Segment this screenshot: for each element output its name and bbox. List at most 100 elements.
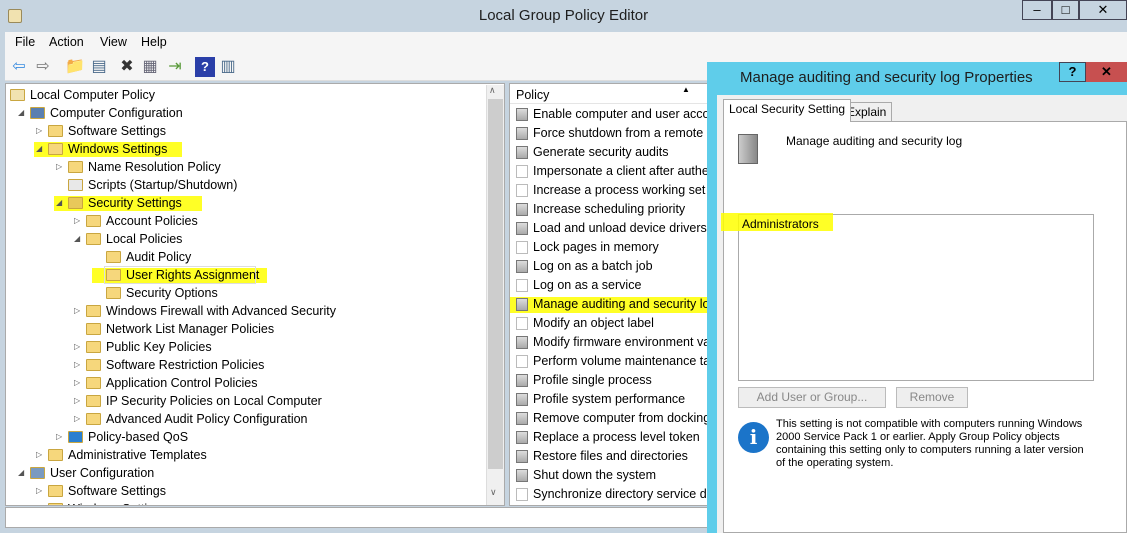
expand-arrow-icon[interactable]: ▷ [36, 122, 42, 140]
expand-arrow-icon[interactable]: ▷ [74, 410, 80, 428]
up-folder-icon[interactable]: 📁 [65, 57, 85, 77]
policy-row[interactable]: Enable computer and user accounts to be … [510, 105, 708, 123]
policy-row[interactable]: Perform volume maintenance tasks [510, 352, 708, 370]
tree-item[interactable]: ▷ Administrative Templates [6, 446, 486, 464]
policy-row[interactable]: Shut down the system [510, 466, 708, 484]
expand-arrow-icon[interactable]: ▷ [74, 374, 80, 392]
tree-item[interactable]: Audit Policy [6, 248, 486, 266]
tree-item[interactable]: ▷ Software Settings [6, 482, 486, 500]
tree-item[interactable]: ◢ Local Policies [6, 230, 486, 248]
policy-column-header[interactable]: Policy ▲ [510, 84, 708, 104]
add-user-or-group-button[interactable]: Add User or Group... [738, 387, 886, 408]
policy-row[interactable]: Log on as a batch job [510, 257, 708, 275]
expand-arrow-icon[interactable]: ◢ [56, 194, 62, 212]
tree-item[interactable]: ▷ Name Resolution Policy [6, 158, 486, 176]
menu-file[interactable]: File [15, 35, 35, 49]
policy-row[interactable]: Profile single process [510, 371, 708, 389]
policy-row[interactable]: Increase scheduling priority [510, 200, 708, 218]
show-hide-tree-icon[interactable]: ▤ [89, 57, 109, 77]
tree-item[interactable]: ▷ Public Key Policies [6, 338, 486, 356]
scroll-thumb[interactable] [488, 99, 503, 469]
policy-row[interactable]: Restore files and directories [510, 447, 708, 465]
tree-item[interactable]: ▷ IP Security Policies on Local Computer [6, 392, 486, 410]
remove-button[interactable]: Remove [896, 387, 968, 408]
help-icon[interactable]: ? [195, 57, 215, 77]
tree-item[interactable]: ◢ Security Settings [6, 194, 486, 212]
help-button[interactable]: ? [1059, 62, 1086, 82]
policy-row[interactable]: Modify firmware environment values [510, 333, 708, 351]
binary-policy-icon [516, 488, 528, 501]
tree-item[interactable]: ◢ User Configuration [6, 464, 486, 482]
scroll-up-icon[interactable]: ∧ [489, 85, 496, 96]
expand-arrow-icon[interactable]: ▷ [74, 356, 80, 374]
expand-arrow-icon[interactable]: ▷ [74, 338, 80, 356]
back-arrow-icon[interactable]: ⇦ [9, 57, 29, 77]
members-list[interactable]: Administrators [721, 213, 1094, 381]
menu-help[interactable]: Help [141, 35, 167, 49]
expand-arrow-icon[interactable]: ▷ [56, 158, 62, 176]
menu-bar: File Action View Help [5, 32, 1127, 53]
expand-arrow-icon[interactable]: ▷ [36, 446, 42, 464]
expand-arrow-icon[interactable]: ▷ [56, 428, 62, 446]
server-policy-icon [516, 222, 528, 235]
policy-row[interactable]: Log on as a service [510, 276, 708, 294]
properties-icon[interactable]: ▦ [140, 57, 160, 77]
tree-item[interactable]: ▷ Advanced Audit Policy Configuration [6, 410, 486, 428]
policy-row[interactable]: Synchronize directory service data [510, 485, 708, 503]
delete-icon[interactable]: ✖ [117, 57, 137, 77]
tree-item[interactable]: Security Options [6, 284, 486, 302]
policy-row[interactable]: Replace a process level token [510, 428, 708, 446]
policy-row[interactable]: Force shutdown from a remote system [510, 124, 708, 142]
expand-arrow-icon[interactable]: ◢ [18, 104, 24, 122]
policy-row[interactable]: Lock pages in memory [510, 238, 708, 256]
policy-row[interactable]: Profile system performance [510, 390, 708, 408]
menu-action[interactable]: Action [49, 35, 84, 49]
tree-item[interactable]: ▷ Software Settings [6, 122, 486, 140]
tree-item[interactable]: ◢ Windows Settings [6, 140, 486, 158]
tree-item[interactable]: ▷ Policy-based QoS [6, 428, 486, 446]
folder-icon [86, 377, 101, 389]
tab-local-security-setting[interactable]: Local Security Setting [723, 99, 852, 122]
tree-item[interactable]: ◢ Computer Configuration [6, 104, 486, 122]
tree-scrollbar[interactable]: ∧ ∨ [486, 85, 504, 505]
expand-arrow-icon[interactable]: ◢ [74, 230, 80, 248]
expand-arrow-icon[interactable]: ▷ [36, 500, 42, 505]
policy-row[interactable]: Remove computer from docking station [510, 409, 708, 427]
member-item[interactable]: Administrators [742, 217, 819, 231]
menu-view[interactable]: View [100, 35, 127, 49]
tree-item[interactable]: ▷ Windows Firewall with Advanced Security [6, 302, 486, 320]
expand-arrow-icon[interactable]: ◢ [36, 140, 42, 158]
tree-item[interactable]: ▷ Application Control Policies [6, 374, 486, 392]
folder-icon [48, 125, 63, 137]
expand-arrow-icon[interactable]: ▷ [74, 212, 80, 230]
tree-item[interactable]: ▷ Software Restriction Policies [6, 356, 486, 374]
tree-item-label: Security Settings [88, 196, 182, 210]
tree-item[interactable]: ▷ Windows Settings [6, 500, 486, 505]
close-button[interactable]: ✕ [1079, 0, 1127, 20]
policy-row[interactable]: Increase a process working set [510, 181, 708, 199]
policy-row[interactable]: Generate security audits [510, 143, 708, 161]
tree-item[interactable]: Local Computer Policy [6, 86, 486, 104]
tree-item[interactable]: Network List Manager Policies [6, 320, 486, 338]
minimize-button[interactable]: – [1022, 0, 1052, 20]
policy-row[interactable]: Manage auditing and security log [510, 295, 708, 313]
tree-item-label: Windows Firewall with Advanced Security [106, 304, 336, 318]
expand-arrow-icon[interactable]: ▷ [74, 302, 80, 320]
dialog-close-button[interactable]: ✕ [1086, 62, 1127, 82]
console-tree: Local Computer Policy ◢ Computer Configura… [5, 83, 505, 506]
policy-row[interactable]: Modify an object label [510, 314, 708, 332]
tree-item[interactable]: ▷ Account Policies [6, 212, 486, 230]
policy-row[interactable]: Load and unload device drivers [510, 219, 708, 237]
expand-arrow-icon[interactable]: ▷ [74, 392, 80, 410]
show-action-pane-icon[interactable]: ▥ [218, 57, 238, 77]
scroll-down-icon[interactable]: ∨ [490, 487, 497, 498]
export-list-icon[interactable]: ⇥ [165, 57, 185, 77]
tree-item[interactable]: User Rights Assignment [6, 266, 486, 284]
tree-item[interactable]: Scripts (Startup/Shutdown) [6, 176, 486, 194]
dialog-title: Manage auditing and security log Propert… [740, 69, 1033, 86]
policy-row[interactable]: Impersonate a client after authenticatio… [510, 162, 708, 180]
forward-arrow-icon[interactable]: ⇨ [33, 57, 53, 77]
expand-arrow-icon[interactable]: ◢ [18, 464, 24, 482]
expand-arrow-icon[interactable]: ▷ [36, 482, 42, 500]
maximize-button[interactable]: □ [1052, 0, 1079, 20]
